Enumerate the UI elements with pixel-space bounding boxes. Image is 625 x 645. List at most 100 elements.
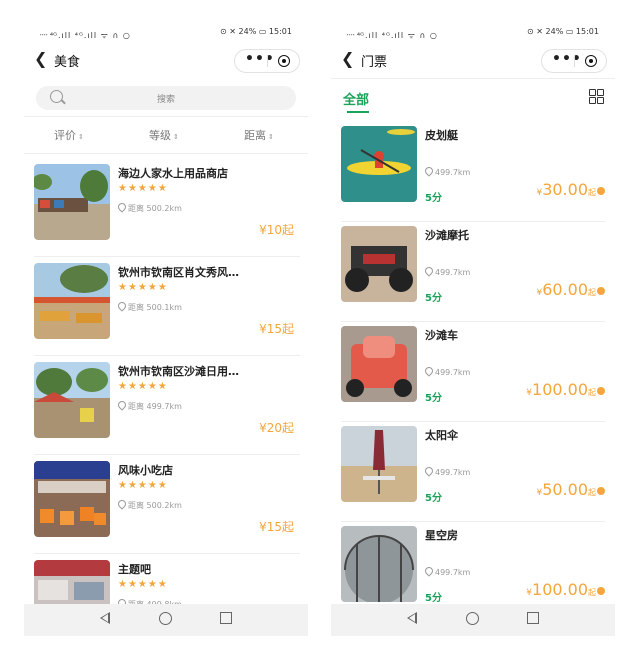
grid-view-icon[interactable] bbox=[589, 89, 604, 104]
list-item[interactable]: 风味小吃店 ★★★★★ 距离 500.2km ¥15起 bbox=[34, 455, 300, 554]
list-item[interactable]: 海边人家水上用品商店 ★★★★★ 距离 500.2km ¥10起 bbox=[34, 158, 300, 257]
shop-photo bbox=[34, 461, 110, 537]
back-arrow-icon[interactable]: ❮ bbox=[34, 49, 47, 68]
sort-level[interactable]: 等级 ⇕ bbox=[149, 127, 179, 143]
list-item[interactable]: 钦州市钦南区沙滩日用… ★★★★★ 距离 499.7km ¥20起 bbox=[34, 356, 300, 455]
system-nav-bar bbox=[331, 604, 615, 636]
ticket-name: 沙滩车 bbox=[425, 329, 458, 342]
sort-rating[interactable]: 评价 ⇕ bbox=[54, 127, 84, 143]
rating-score: 5分 bbox=[425, 493, 442, 504]
location-pin-icon bbox=[116, 498, 128, 510]
distance-text: 499.7km bbox=[435, 468, 471, 477]
capsule-divider bbox=[267, 55, 268, 67]
sort-level-label: 等级 bbox=[149, 129, 171, 142]
system-home-icon[interactable] bbox=[466, 612, 479, 625]
chevron-right-icon bbox=[597, 387, 605, 395]
distance-label: 距离 499.7km bbox=[116, 399, 182, 412]
shop-list: 海边人家水上用品商店 ★★★★★ 距离 500.2km ¥10起 钦州市钦南区肖… bbox=[34, 158, 300, 636]
price-value: 100.00 bbox=[532, 580, 588, 599]
distance-text: 距离 500.1km bbox=[128, 303, 182, 312]
distance-label: 距离 500.1km bbox=[116, 300, 182, 313]
system-home-icon[interactable] bbox=[159, 612, 172, 625]
ticket-photo bbox=[341, 526, 417, 602]
shop-name: 主题吧 bbox=[118, 563, 151, 576]
search-placeholder: 搜索 bbox=[156, 95, 175, 105]
location-pin-icon bbox=[423, 365, 435, 377]
chevron-right-icon bbox=[597, 487, 605, 495]
price-value: 100.00 bbox=[532, 380, 588, 399]
shop-name: 海边人家水上用品商店 bbox=[118, 167, 228, 180]
ticket-name: 皮划艇 bbox=[425, 129, 458, 142]
distance-text: 距离 500.2km bbox=[128, 204, 182, 213]
price-suffix: 起 bbox=[588, 188, 596, 197]
status-time-battery: ⊙ ✕ 24% ▭ 15:01 bbox=[220, 27, 292, 36]
tab-active-indicator bbox=[347, 111, 369, 113]
back-arrow-icon[interactable]: ❮ bbox=[341, 49, 354, 68]
price-label: ¥60.00起 bbox=[536, 280, 605, 299]
location-pin-icon bbox=[423, 465, 435, 477]
system-recents-icon[interactable] bbox=[527, 612, 539, 624]
shop-photo bbox=[34, 164, 110, 240]
ticket-photo bbox=[341, 226, 417, 302]
shop-photo bbox=[34, 263, 110, 339]
more-dots-icon[interactable]: ••• bbox=[552, 51, 582, 67]
ticket-photo bbox=[341, 126, 417, 202]
star-rating: ★★★★★ bbox=[118, 183, 168, 194]
page-title: 门票 bbox=[361, 55, 388, 70]
shop-name: 钦州市钦南区肖文秀风… bbox=[118, 266, 239, 279]
sort-arrows-icon: ⇕ bbox=[268, 133, 274, 141]
location-pin-icon bbox=[116, 201, 128, 213]
rating-score: 5分 bbox=[425, 593, 442, 604]
status-icons: ᠁ ⁴ᴳ.ıll ⁴ᴳ.ıll ᯤ ∩ ○ bbox=[38, 31, 131, 40]
list-item[interactable]: 太阳伞 499.7km 5分 ¥50.00起 bbox=[341, 422, 605, 522]
rating-score: 5分 bbox=[425, 193, 442, 204]
star-rating: ★★★★★ bbox=[118, 579, 168, 590]
distance-text: 距离 499.7km bbox=[128, 402, 182, 411]
more-dots-icon[interactable]: ••• bbox=[245, 51, 275, 67]
price-label: ¥15起 bbox=[259, 520, 294, 534]
distance-text: 499.7km bbox=[435, 168, 471, 177]
distance-label: 距离 500.2km bbox=[116, 498, 182, 511]
list-item[interactable]: 钦州市钦南区肖文秀风… ★★★★★ 距离 500.1km ¥15起 bbox=[34, 257, 300, 356]
distance-label: 距离 500.2km bbox=[116, 201, 182, 214]
status-bar: ᠁ ⁴ᴳ.ıll ⁴ᴳ.ıll ᯤ ∩ ○ ⊙ ✕ 24% ▭ 15:01 bbox=[331, 18, 615, 46]
price-value: 60.00 bbox=[542, 280, 588, 299]
chevron-right-icon bbox=[597, 187, 605, 195]
close-target-icon[interactable] bbox=[278, 55, 290, 67]
price-label: ¥20起 bbox=[259, 421, 294, 435]
price-label: ¥50.00起 bbox=[536, 480, 605, 499]
list-item[interactable]: 沙滩车 499.7km 5分 ¥100.00起 bbox=[341, 322, 605, 422]
ticket-name: 沙滩摩托 bbox=[425, 229, 469, 242]
sort-bar: 评价 ⇕ 等级 ⇕ 距离 ⇕ bbox=[24, 116, 308, 154]
status-icons: ᠁ ⁴ᴳ.ıll ⁴ᴳ.ıll ᯤ ∩ ○ bbox=[345, 31, 438, 40]
nav-bar: ❮ 门票 ••• bbox=[331, 46, 615, 76]
page-title: 美食 bbox=[54, 55, 81, 70]
shop-name: 钦州市钦南区沙滩日用… bbox=[118, 365, 239, 378]
ticket-name: 星空房 bbox=[425, 529, 458, 542]
close-target-icon[interactable] bbox=[585, 55, 597, 67]
status-bar: ᠁ ⁴ᴳ.ıll ⁴ᴳ.ıll ᯤ ∩ ○ ⊙ ✕ 24% ▭ 15:01 bbox=[24, 18, 308, 46]
list-item[interactable]: 皮划艇 499.7km 5分 ¥30.00起 bbox=[341, 122, 605, 222]
system-back-icon[interactable] bbox=[100, 612, 110, 624]
price-suffix: 起 bbox=[588, 288, 596, 297]
list-item[interactable]: 沙滩摩托 499.7km 5分 ¥60.00起 bbox=[341, 222, 605, 322]
rating-score: 5分 bbox=[425, 393, 442, 404]
price-label: ¥15起 bbox=[259, 322, 294, 336]
system-recents-icon[interactable] bbox=[220, 612, 232, 624]
location-pin-icon bbox=[423, 565, 435, 577]
price-value: 30.00 bbox=[542, 180, 588, 199]
tab-all[interactable]: 全部 bbox=[343, 89, 369, 108]
sort-arrows-icon: ⇕ bbox=[173, 133, 179, 141]
price-label: ¥100.00起 bbox=[526, 380, 605, 399]
distance-text: 499.7km bbox=[435, 368, 471, 377]
shop-name: 风味小吃店 bbox=[118, 464, 173, 477]
sort-distance[interactable]: 距离 ⇕ bbox=[244, 127, 274, 143]
star-rating: ★★★★★ bbox=[118, 282, 168, 293]
search-input[interactable]: 搜索 bbox=[36, 86, 296, 110]
mini-program-capsule: ••• bbox=[234, 49, 300, 73]
location-pin-icon bbox=[423, 265, 435, 277]
price-suffix: 起 bbox=[588, 388, 596, 397]
system-back-icon[interactable] bbox=[407, 612, 417, 624]
price-suffix: 起 bbox=[588, 488, 596, 497]
location-pin-icon bbox=[423, 165, 435, 177]
